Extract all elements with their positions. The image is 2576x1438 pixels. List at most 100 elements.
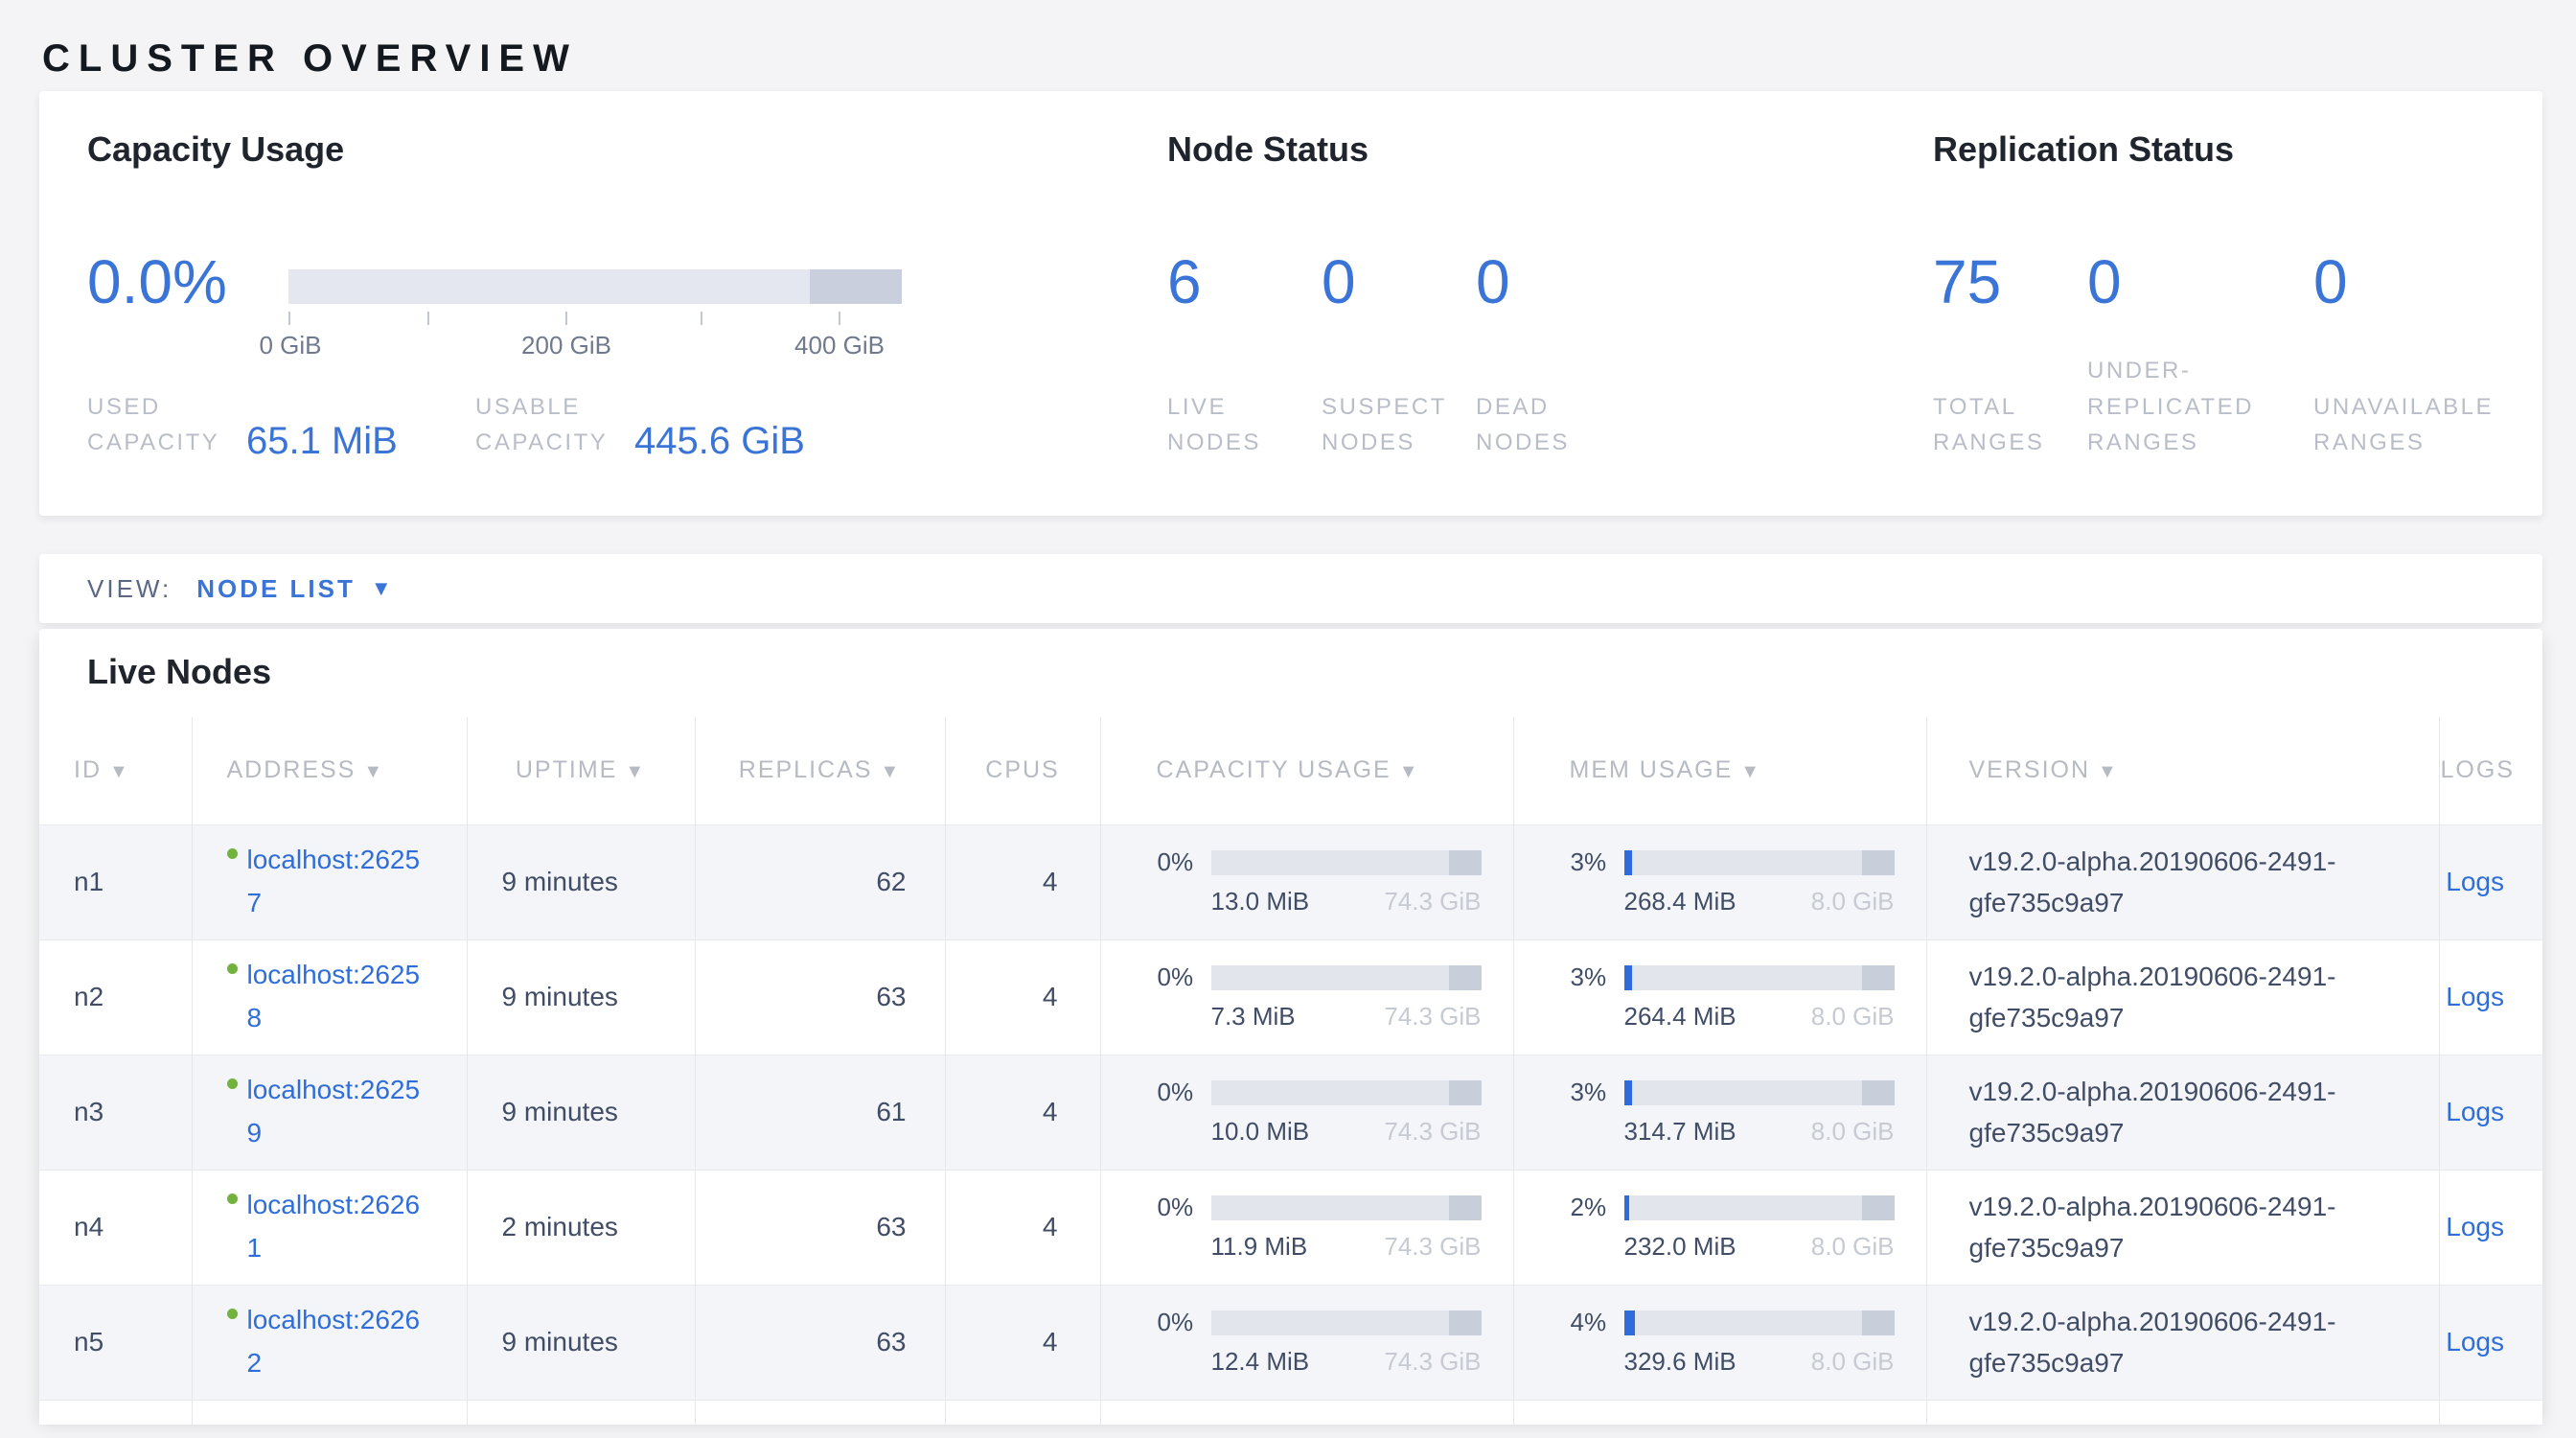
node-address-link[interactable]: localhost:26258 (247, 954, 422, 1040)
total-ranges-label: TOTAL RANGES (1933, 389, 2087, 460)
capacity-meter (1211, 850, 1482, 875)
sort-descending-icon: ▼ (2098, 761, 2119, 782)
dead-nodes-count: 0 (1476, 248, 1510, 315)
axis-tick (288, 312, 290, 325)
capacity-usage-bar: 0 GiB 200 GiB 400 GiB (288, 269, 902, 304)
node-id: n5 (39, 1285, 192, 1400)
logs-link[interactable]: Logs (2446, 982, 2504, 1011)
node-cpus: 4 (945, 939, 1100, 1055)
axis-label-400: 400 GiB (794, 331, 885, 360)
under-replicated-ranges-label: UNDER-REPLICATED RANGES (2087, 353, 2313, 460)
table-row: n4 localhost:26261 2 minutes 63 4 0% 11.… (39, 1170, 2542, 1285)
live-status-dot-icon (227, 848, 238, 859)
sort-descending-icon: ▼ (1399, 761, 1420, 782)
column-header-address[interactable]: ADDRESS▼ (192, 717, 467, 824)
node-replicas: 61 (695, 1055, 945, 1170)
axis-label-0: 0 GiB (259, 331, 321, 360)
column-header-capacity-usage[interactable]: CAPACITY USAGE▼ (1100, 717, 1513, 824)
unavailable-ranges-count: 0 (2313, 248, 2348, 315)
suspect-nodes-count: 0 (1322, 248, 1356, 315)
node-address-link[interactable]: localhost:26261 (247, 1184, 422, 1270)
live-nodes-heading: Live Nodes (39, 629, 2542, 692)
column-header-uptime[interactable]: UPTIME▼ (467, 717, 695, 824)
sort-descending-icon: ▼ (880, 761, 901, 782)
live-status-dot-icon (227, 963, 238, 974)
node-uptime: 9 minutes (467, 1285, 695, 1400)
table-row: n5 localhost:26262 9 minutes 63 4 0% 12.… (39, 1285, 2542, 1400)
node-id: n4 (39, 1170, 192, 1285)
node-status-heading: Node Status (1167, 129, 1368, 170)
node-mem-usage: 3% 264.4 MiB8.0 GiB (1513, 939, 1926, 1055)
view-dropdown-value[interactable]: NODE LIST (196, 574, 356, 604)
capacity-usage-heading: Capacity Usage (87, 129, 344, 170)
capacity-bar-track (288, 269, 902, 304)
total-ranges-count: 75 (1933, 248, 2001, 315)
node-version: v19.2.0-alpha.20190606-2491-gfe735c9a97 (1926, 939, 2439, 1055)
node-status-panel: Node Status 6 0 0 LIVE NODES SUSPECT NOD… (1167, 91, 1838, 516)
page-title: CLUSTER OVERVIEW (42, 37, 578, 81)
node-replicas: 62 (695, 824, 945, 939)
node-id: n1 (39, 824, 192, 939)
column-header-version[interactable]: VERSION▼ (1926, 717, 2439, 824)
node-replicas: 63 (695, 939, 945, 1055)
node-replicas: 63 (695, 1170, 945, 1285)
axis-tick (701, 312, 702, 325)
node-address-link[interactable]: localhost:26262 (247, 1299, 422, 1385)
node-mem-usage: 2% 232.0 MiB8.0 GiB (1513, 1170, 1926, 1285)
node-uptime: 9 minutes (467, 824, 695, 939)
used-capacity-label: USED CAPACITY (87, 389, 231, 460)
node-uptime: 2 minutes (467, 1170, 695, 1285)
capacity-meter (1211, 965, 1482, 990)
sort-descending-icon: ▼ (109, 761, 130, 782)
table-header-row: ID▼ ADDRESS▼ UPTIME▼ REPLICAS▼ CPUS CAPA… (39, 717, 2542, 824)
sort-descending-icon: ▼ (625, 761, 646, 782)
node-address-link[interactable]: localhost:26259 (247, 1069, 422, 1155)
usable-capacity-label: USABLE CAPACITY (475, 389, 619, 460)
capacity-used-percent: 0.0% (87, 248, 227, 315)
view-dropdown[interactable]: NODE LIST ▼ (196, 574, 391, 604)
node-cpus: 4 (945, 1285, 1100, 1400)
capacity-meter (1211, 1195, 1482, 1220)
replication-status-panel: Replication Status 75 0 0 TOTAL RANGES U… (1933, 91, 2542, 516)
column-header-id[interactable]: ID▼ (39, 717, 192, 824)
live-nodes-table: ID▼ ADDRESS▼ UPTIME▼ REPLICAS▼ CPUS CAPA… (39, 717, 2542, 1425)
node-capacity-usage: 0% 12.4 MiB74.3 GiB (1100, 1285, 1513, 1400)
cluster-overview-page: CLUSTER OVERVIEW Capacity Usage 0.0% 0 G… (0, 0, 2576, 1438)
unavailable-ranges-label: UNAVAILABLE RANGES (2313, 389, 2534, 460)
chevron-down-icon: ▼ (371, 576, 392, 601)
table-row: n3 localhost:26259 9 minutes 61 4 0% 10.… (39, 1055, 2542, 1170)
node-address-link[interactable]: localhost:26257 (247, 839, 422, 925)
logs-link[interactable]: Logs (2446, 867, 2504, 896)
under-replicated-ranges-count: 0 (2087, 248, 2122, 315)
view-selector-bar: VIEW: NODE LIST ▼ (39, 554, 2542, 623)
cluster-summary-card: Capacity Usage 0.0% 0 GiB 200 GiB 400 Gi… (39, 91, 2542, 516)
column-header-mem-usage[interactable]: MEM USAGE▼ (1513, 717, 1926, 824)
node-replicas: 63 (695, 1285, 945, 1400)
live-nodes-card: Live Nodes ID▼ ADDRESS▼ UPTIME▼ REPLICAS… (39, 629, 2542, 1417)
logs-link[interactable]: Logs (2446, 1097, 2504, 1126)
logs-link[interactable]: Logs (2446, 1327, 2504, 1357)
axis-tick (427, 312, 429, 325)
node-capacity-usage: 0% 7.3 MiB74.3 GiB (1100, 939, 1513, 1055)
node-version: v19.2.0-alpha.20190606-2491-gfe735c9a97 (1926, 824, 2439, 939)
node-uptime: 9 minutes (467, 1055, 695, 1170)
node-cpus: 4 (945, 1170, 1100, 1285)
logs-link[interactable]: Logs (2446, 1212, 2504, 1241)
usable-capacity-value: 445.6 GiB (634, 422, 805, 460)
node-uptime: 9 minutes (467, 939, 695, 1055)
column-header-replicas[interactable]: REPLICAS▼ (695, 717, 945, 824)
memory-meter (1624, 1310, 1895, 1335)
live-nodes-count: 6 (1167, 248, 1202, 315)
table-row: n1 localhost:26257 9 minutes 62 4 0% 13.… (39, 824, 2542, 939)
memory-meter (1624, 850, 1895, 875)
node-version: v19.2.0-alpha.20190606-2491-gfe735c9a97 (1926, 1055, 2439, 1170)
node-mem-usage: 3% 314.7 MiB8.0 GiB (1513, 1055, 1926, 1170)
used-capacity-stat: USED CAPACITY 65.1 MiB (87, 389, 398, 460)
view-label: VIEW: (87, 574, 172, 604)
node-id: n2 (39, 939, 192, 1055)
node-capacity-usage: 0% 13.0 MiB74.3 GiB (1100, 824, 1513, 939)
live-nodes-label: LIVE NODES (1167, 389, 1322, 460)
dead-nodes-label: DEAD NODES (1476, 389, 1620, 460)
sort-descending-icon: ▼ (363, 761, 384, 782)
column-header-cpus: CPUS (945, 717, 1100, 824)
